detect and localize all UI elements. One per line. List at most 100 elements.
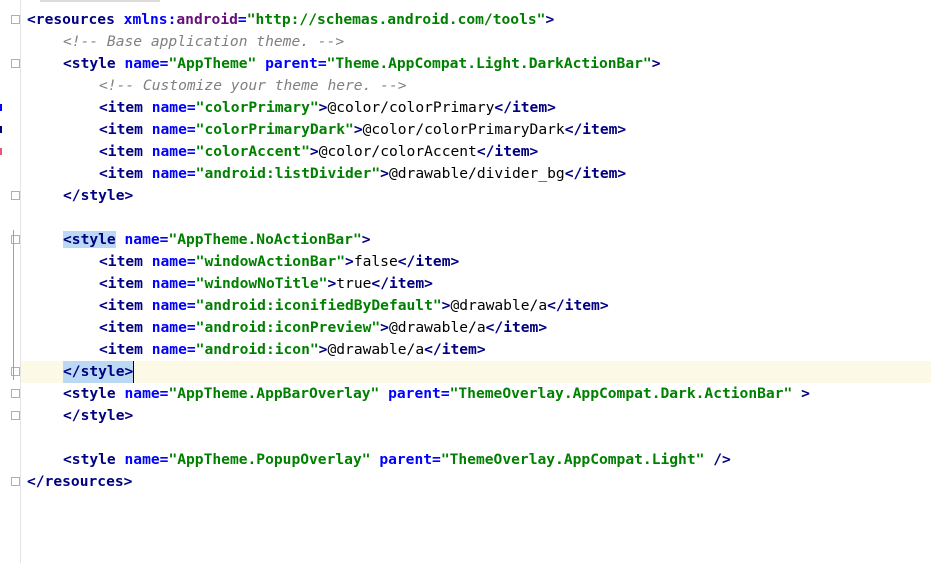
xml-value: "windowActionBar" [195, 253, 346, 270]
xml-text: @drawable/divider_bg [388, 165, 565, 182]
fold-toggle-icon[interactable] [11, 59, 20, 68]
xml-value: "android:iconifiedByDefault" [195, 297, 442, 314]
change-marker [13, 230, 14, 380]
xml-value: "android:listDivider" [195, 165, 381, 182]
xml-attribute: name= [142, 253, 196, 270]
xml-tag: <item [99, 319, 143, 336]
xml-attribute: parent= [379, 385, 450, 402]
xml-value: "AppTheme.NoActionBar" [168, 231, 362, 248]
code-line[interactable]: <item name="colorPrimary">@color/colorPr… [21, 97, 931, 119]
code-line[interactable]: <style name="AppTheme" parent="Theme.App… [21, 53, 931, 75]
xml-tag: <style [63, 55, 116, 72]
code-line[interactable]: <item name="android:iconifiedByDefault">… [21, 295, 931, 317]
xml-tag: <style [63, 385, 116, 402]
xml-attribute: name= [142, 297, 196, 314]
code-line[interactable]: <resources xmlns:android="http://schemas… [21, 9, 931, 31]
fold-toggle-icon[interactable] [11, 389, 20, 398]
xml-tag: <item [99, 121, 143, 138]
xml-closing-tag: </style> [63, 407, 134, 424]
xml-value: "http://schemas.android.com/tools" [246, 11, 546, 28]
xml-tag: <item [99, 143, 143, 160]
code-line[interactable]: <!-- Base application theme. --> [21, 31, 931, 53]
code-line[interactable]: <style name="AppTheme.PopupOverlay" pare… [21, 449, 931, 471]
xml-tag: <item [99, 253, 143, 270]
xml-attribute: parent= [370, 451, 441, 468]
fold-toggle-icon[interactable] [11, 477, 20, 486]
xml-value: "colorPrimaryDark" [195, 121, 354, 138]
xml-tag-end: /> [704, 451, 731, 468]
xml-tag-end: > [792, 385, 810, 402]
code-line[interactable]: </resources> [21, 471, 931, 493]
code-line[interactable]: </style> [21, 185, 931, 207]
xml-tag-end: > [327, 275, 337, 292]
color-marker-icon[interactable] [0, 104, 2, 111]
fold-toggle-icon[interactable] [11, 411, 20, 420]
xml-text: @drawable/a [450, 297, 548, 314]
current-code-line[interactable]: </style> [21, 361, 931, 383]
xml-closing-tag: </item> [485, 319, 548, 336]
xml-tag-end: > [651, 55, 661, 72]
xml-value: "Theme.AppCompat.Light.DarkActionBar" [326, 55, 652, 72]
xml-tag: <resources [27, 11, 115, 28]
xml-text: @color/colorPrimaryDark [362, 121, 565, 138]
xml-closing-tag: </item> [371, 275, 433, 292]
code-line[interactable]: <item name="android:icon">@drawable/a</i… [21, 339, 931, 361]
xml-closing-tag: </item> [397, 253, 460, 270]
code-line[interactable]: <style name="AppTheme.AppBarOverlay" par… [21, 383, 931, 405]
xml-closing-tag: </item> [424, 341, 486, 358]
xml-closing-tag: </style> [63, 187, 134, 204]
xml-tag-end: > [545, 11, 555, 28]
xml-tag-end: > [380, 319, 389, 336]
xml-value: "windowNoTitle" [195, 275, 328, 292]
code-line[interactable]: <item name="colorPrimaryDark">@color/col… [21, 119, 931, 141]
xml-closing-tag: </item> [564, 165, 627, 182]
xml-tag: <item [99, 341, 143, 358]
code-line[interactable]: <item name="android:listDivider">@drawab… [21, 163, 931, 185]
xml-tag: <item [99, 99, 143, 116]
xml-comment: <!-- Base application theme. --> [63, 33, 345, 50]
xml-text: @drawable/a [388, 319, 486, 336]
xml-code-editor[interactable]: <resources xmlns:android="http://schemas… [0, 0, 931, 563]
xml-closing-tag: </resources> [27, 473, 133, 490]
xml-attribute: name= [142, 275, 196, 292]
xml-text: @color/colorPrimary [327, 99, 495, 116]
xml-tag-end: > [361, 231, 371, 248]
code-line[interactable]: <item name="colorAccent">@color/colorAcc… [21, 141, 931, 163]
xml-tag: <style [63, 451, 116, 468]
xml-namespace: android [176, 11, 238, 28]
xml-equals: = [237, 11, 247, 28]
xml-closing-tag: </item> [564, 121, 627, 138]
editor-gutter[interactable] [0, 0, 21, 563]
color-marker-icon[interactable] [0, 148, 2, 155]
code-line[interactable]: <item name="windowActionBar">false</item… [21, 251, 931, 273]
xml-attribute: name= [142, 143, 196, 160]
xml-attribute: name= [142, 99, 196, 116]
xml-tag: <item [99, 297, 143, 314]
xml-tag-end: > [353, 121, 363, 138]
xml-text: @color/colorAccent [318, 143, 477, 160]
xml-text: false [353, 253, 398, 270]
xml-value: "android:iconPreview" [195, 319, 381, 336]
xml-tag-end: > [309, 143, 319, 160]
code-area[interactable]: <resources xmlns:android="http://schemas… [21, 0, 931, 563]
xml-tag: <item [99, 165, 143, 182]
xml-attribute: name= [142, 319, 196, 336]
code-line[interactable]: <item name="android:iconPreview">@drawab… [21, 317, 931, 339]
code-line[interactable]: <!-- Customize your theme here. --> [21, 75, 931, 97]
xml-closing-tag-highlighted: </style> [63, 361, 135, 383]
fold-toggle-icon[interactable] [11, 191, 20, 200]
xml-value: "ThemeOverlay.AppCompat.Light" [440, 451, 705, 468]
code-line[interactable]: <item name="windowNoTitle">true</item> [21, 273, 931, 295]
fold-toggle-icon[interactable] [11, 15, 20, 24]
color-marker-icon[interactable] [0, 126, 2, 133]
code-line[interactable]: </style> [21, 405, 931, 427]
xml-attribute: name= [115, 231, 169, 248]
xml-attribute: name= [115, 55, 169, 72]
xml-value: "AppTheme.AppBarOverlay" [168, 385, 380, 402]
xml-value: "android:icon" [195, 341, 319, 358]
xml-closing-tag: </item> [494, 99, 556, 116]
code-line[interactable]: <style name="AppTheme.NoActionBar"> [21, 229, 931, 251]
xml-attribute: name= [142, 165, 196, 182]
xml-value: "colorPrimary" [195, 99, 319, 116]
xml-tag-highlighted: <style [63, 231, 116, 248]
